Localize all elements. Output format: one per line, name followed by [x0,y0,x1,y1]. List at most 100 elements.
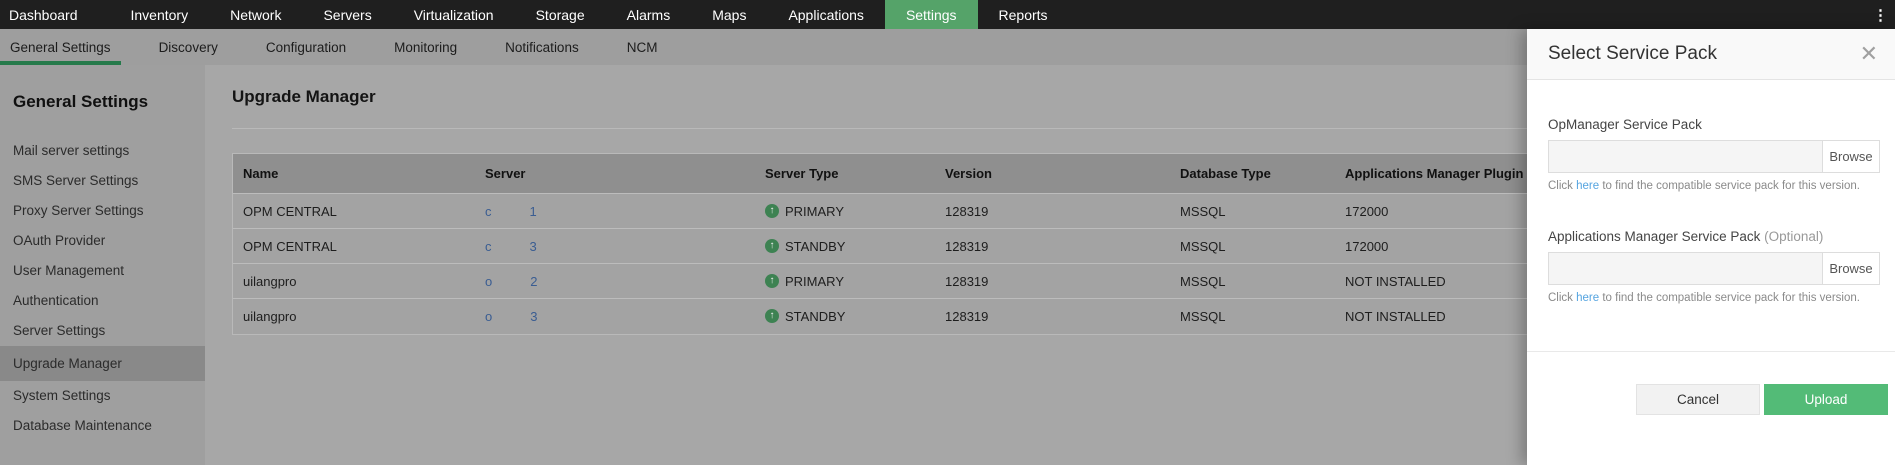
topnav-item-settings[interactable]: Settings [884,0,978,29]
opmanager-label-text: OpManager Service Pack [1548,117,1702,132]
cell-server-type: ↑ PRIMARY [755,193,935,229]
subnav-tab-discovery[interactable]: Discovery [149,29,228,65]
topnav-item-storage[interactable]: Storage [515,0,606,29]
upload-button[interactable]: Upload [1764,384,1888,415]
cell-version: 128319 [935,263,1170,299]
sidebar-item-system-settings[interactable]: System Settings [0,381,205,411]
sidebar-item-server-settings[interactable]: Server Settings [0,316,205,346]
cell-name: uilangpro [233,263,475,299]
sidebar-item-sms-server-settings[interactable]: SMS Server Settings [0,166,205,196]
server-up-icon: ↑ [765,239,779,253]
topnav-item-servers[interactable]: Servers [302,0,392,29]
cell-server-type: ↑ STANDBY [755,298,935,334]
subnav-tab-monitoring[interactable]: Monitoring [384,29,467,65]
table-row: uilangpro o 2 ↑ PRIMARY 128319 MSSQL NOT INSTAL… [233,263,1565,299]
close-icon[interactable]: ✕ [1860,43,1878,65]
appmanager-browse-button[interactable]: Browse [1822,253,1879,284]
topnav-item-dashboard[interactable]: Dashboard [0,0,110,29]
sidebar-items: Mail server settings SMS Server Settings P… [0,136,205,441]
cell-server-type: ↑ STANDBY [755,228,935,264]
panel-body: OpManager Service Pack Browse Click here… [1527,117,1895,304]
cell-name: OPM CENTRAL [233,228,475,264]
footer-divider [1527,351,1895,352]
sidebar-item-mail-server-settings[interactable]: Mail server settings [0,136,205,166]
server-name-link[interactable]: o [485,309,492,324]
upgrade-table-card: Name Server Server Type Version Database Typ… [232,153,1566,335]
cell-server: c3 [475,228,755,264]
overflow-menu-icon[interactable]: ⋮ [1866,0,1895,29]
sidebar-item-proxy-server-settings[interactable]: Proxy Server Settings [0,196,205,226]
server-type-text: STANDBY [785,308,846,324]
column-header-database-type: Database Type [1170,153,1335,194]
server-up-icon: ↑ [765,309,779,324]
cell-server-type: ↑ PRIMARY [755,263,935,299]
panel-buttons: Cancel Upload [1636,384,1888,415]
panel-title: Select Service Pack [1548,43,1717,64]
server-count-link[interactable]: 3 [530,309,537,324]
column-header-name: Name [233,153,475,194]
topnav: Dashboard Inventory Network Servers Virtuali… [0,0,1895,29]
sidebar-item-user-management[interactable]: User Management [0,256,205,286]
server-type-text: PRIMARY [785,273,844,289]
table-row: OPM CENTRAL c 1 ↑ PRIMARY 128319 MSSQL 172000 [233,193,1565,229]
server-count-link[interactable]: 1 [530,204,537,219]
appmanager-hint: Click here to find the compatible servic… [1548,292,1880,304]
sidebar-item-upgrade-manager[interactable]: Upgrade Manager [0,346,205,381]
cell-server: c1 [475,193,755,229]
select-service-pack-panel: Select Service Pack ✕ OpManager Service … [1527,29,1895,465]
server-count-link[interactable]: 3 [530,239,537,254]
topnav-item-inventory[interactable]: Inventory [110,0,210,29]
topnav-item-network[interactable]: Network [209,0,302,29]
subnav-tab-notifications[interactable]: Notifications [495,29,589,65]
sidebar-item-oauth-provider[interactable]: OAuth Provider [0,226,205,256]
server-up-icon: ↑ [765,204,779,218]
topnav-item-alarms[interactable]: Alarms [606,0,692,29]
cell-name: OPM CENTRAL [233,193,475,229]
opmanager-here-link[interactable]: here [1576,180,1599,192]
cell-version: 128319 [935,228,1170,264]
subnav-tab-configuration[interactable]: Configuration [256,29,356,65]
appmanager-label-text: Applications Manager Service Pack [1548,229,1761,244]
server-up-icon: ↑ [765,274,779,288]
hint-suffix-2: to find the compatible service pack for … [1602,292,1860,304]
server-type-text: PRIMARY [785,203,844,219]
panel-header: Select Service Pack ✕ [1527,29,1895,80]
subnav-tab-general-settings[interactable]: General Settings [0,29,121,65]
appmanager-service-pack-label: Applications Manager Service Pack (Optio… [1548,229,1880,244]
cell-server: o3 [475,298,755,334]
subnav-tab-ncm[interactable]: NCM [617,29,668,65]
opmanager-browse-button[interactable]: Browse [1822,141,1879,172]
server-count-link[interactable]: 2 [530,274,537,289]
server-name-link[interactable]: c [485,239,492,254]
appmanager-input-row: Browse [1548,252,1880,285]
topnav-item-applications[interactable]: Applications [767,0,885,29]
topnav-item-virtualization[interactable]: Virtualization [393,0,515,29]
opmanager-service-pack-input[interactable] [1549,141,1822,172]
table-row: OPM CENTRAL c 3 ↑ STANDBY 128319 MSSQL 172000 [233,228,1565,264]
opmanager-input-row: Browse [1548,140,1880,173]
server-name-link[interactable]: o [485,274,492,289]
sidebar: General Settings Mail server settings SMS… [0,65,205,465]
table-row: uilangpro o 3 ↑ STANDBY 128319 MSSQL NOT INSTAL… [233,298,1565,334]
hint-suffix: to find the compatible service pack for … [1602,180,1860,192]
sidebar-heading: General Settings [13,92,149,111]
cell-server: o2 [475,263,755,299]
cell-name: uilangpro [233,298,475,334]
cell-database-type: MSSQL [1170,193,1335,229]
optional-text: (Optional) [1764,229,1824,244]
cell-database-type: MSSQL [1170,263,1335,299]
table-body: OPM CENTRAL c 1 ↑ PRIMARY 128319 MSSQL 172000 OP… [233,193,1565,334]
appmanager-here-link[interactable]: here [1576,292,1599,304]
appmanager-service-pack-input[interactable] [1549,253,1822,284]
sidebar-item-database-maintenance[interactable]: Database Maintenance [0,411,205,441]
topnav-spacer [1069,0,1866,29]
topnav-item-maps[interactable]: Maps [691,0,767,29]
title-divider [232,128,1564,129]
topnav-item-reports[interactable]: Reports [978,0,1069,29]
cell-version: 128319 [935,298,1170,334]
cancel-button[interactable]: Cancel [1636,384,1760,415]
page-title: Upgrade Manager [232,87,376,106]
cell-version: 128319 [935,193,1170,229]
server-name-link[interactable]: c [485,204,492,219]
sidebar-item-authentication[interactable]: Authentication [0,286,205,316]
